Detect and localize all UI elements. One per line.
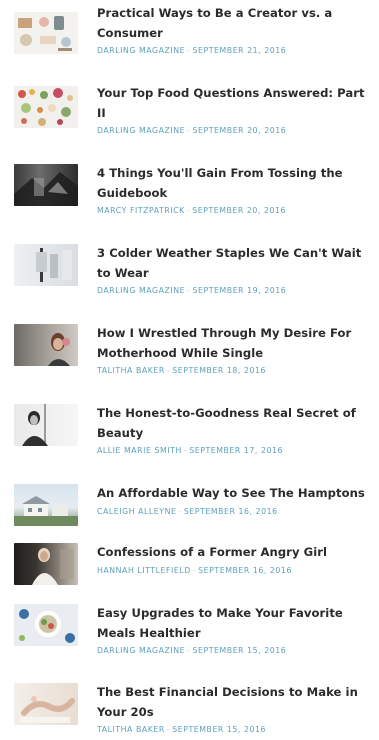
- beauty-bw-thumbnail[interactable]: [14, 404, 78, 446]
- article-meta: DARLING MAGAZINE - SEPTEMBER 15, 2016: [97, 643, 375, 658]
- article-author[interactable]: DARLING MAGAZINE: [97, 46, 185, 55]
- article-date: SEPTEMBER 16, 2016: [183, 506, 278, 516]
- creator-flatlay-thumbnail[interactable]: [14, 12, 78, 54]
- healthy-meal-thumbnail[interactable]: [14, 604, 78, 646]
- article-meta: TALITHA BAKER - SEPTEMBER 15, 2016: [97, 722, 375, 737]
- article-title[interactable]: Easy Upgrades to Make Your Favorite Meal…: [97, 604, 375, 643]
- article-title[interactable]: Confessions of a Former Angry Girl: [97, 543, 375, 563]
- meta-separator: -: [187, 286, 191, 295]
- hamptons-house-thumbnail[interactable]: [14, 484, 78, 526]
- article-author[interactable]: DARLING MAGAZINE: [97, 646, 185, 655]
- article-date: SEPTEMBER 15, 2016: [172, 725, 267, 734]
- article-date: SEPTEMBER 19, 2016: [192, 286, 287, 295]
- article-meta: MARCY FITZPATRICK - SEPTEMBER 20, 2016: [97, 203, 375, 218]
- article-author[interactable]: ALLIE MARIE SMITH: [97, 446, 182, 455]
- article-date: SEPTEMBER 21, 2016: [192, 46, 287, 55]
- finance-thumbnail[interactable]: [14, 683, 78, 725]
- article-date: SEPTEMBER 20, 2016: [192, 206, 287, 215]
- article-date: SEPTEMBER 18, 2016: [172, 366, 267, 375]
- fashion-thumbnail[interactable]: [14, 244, 78, 286]
- article-title[interactable]: How I Wrestled Through My Desire For Mot…: [97, 324, 375, 363]
- article-author[interactable]: DARLING MAGAZINE: [97, 286, 185, 295]
- article-meta: DARLING MAGAZINE - SEPTEMBER 20, 2016: [97, 123, 375, 138]
- article-meta: DARLING MAGAZINE - SEPTEMBER 21, 2016: [97, 43, 375, 58]
- article-meta: ALLIE MARIE SMITH - SEPTEMBER 17, 2016: [97, 443, 375, 458]
- article-title[interactable]: 4 Things You'll Gain From Tossing the Gu…: [97, 164, 375, 203]
- woman-seated-thumbnail[interactable]: [14, 543, 78, 585]
- article-date: SEPTEMBER 17, 2016: [189, 446, 284, 455]
- meta-separator: -: [187, 46, 191, 55]
- article-meta: HANNAH LITTLEFIELD - SEPTEMBER 16, 2016: [97, 563, 375, 578]
- article-title[interactable]: 3 Colder Weather Staples We Can't Wait t…: [97, 244, 375, 283]
- article-author[interactable]: DARLING MAGAZINE: [97, 126, 185, 135]
- article-list: Practical Ways to Be a Creator vs. a Con…: [0, 0, 379, 740]
- article-title[interactable]: The Best Financial Decisions to Make in …: [97, 683, 375, 722]
- article-meta: TALITHA BAKER - SEPTEMBER 18, 2016: [97, 363, 375, 378]
- article-title[interactable]: The Honest-to-Goodness Real Secret of Be…: [97, 404, 375, 443]
- article-author[interactable]: HANNAH LITTLEFIELD: [97, 566, 191, 575]
- article-title[interactable]: Your Top Food Questions Answered: Part I…: [97, 84, 375, 123]
- article-author[interactable]: TALITHA BAKER: [97, 725, 165, 734]
- article-meta: DARLING MAGAZINE - SEPTEMBER 19, 2016: [97, 283, 375, 298]
- food-flatlay-thumbnail[interactable]: [14, 86, 78, 128]
- article-date: SEPTEMBER 20, 2016: [192, 126, 287, 135]
- meta-separator: -: [187, 126, 191, 135]
- article-author[interactable]: MARCY FITZPATRICK: [97, 206, 185, 215]
- article-title[interactable]: Practical Ways to Be a Creator vs. a Con…: [97, 4, 375, 43]
- article-date: SEPTEMBER 16, 2016: [198, 565, 292, 575]
- article-author[interactable]: CALEIGH ALLEYNE: [97, 507, 176, 516]
- article-meta: CALEIGH ALLEYNE - SEPTEMBER 16, 2016: [97, 504, 375, 519]
- travel-bw-thumbnail[interactable]: [14, 164, 78, 206]
- article-author[interactable]: TALITHA BAKER: [97, 366, 165, 375]
- meta-separator: -: [187, 646, 191, 655]
- meta-separator: -: [178, 506, 182, 516]
- woman-portrait-thumbnail[interactable]: [14, 324, 78, 366]
- article-title[interactable]: An Affordable Way to See The Hamptons: [97, 484, 375, 504]
- article-date: SEPTEMBER 15, 2016: [192, 646, 287, 655]
